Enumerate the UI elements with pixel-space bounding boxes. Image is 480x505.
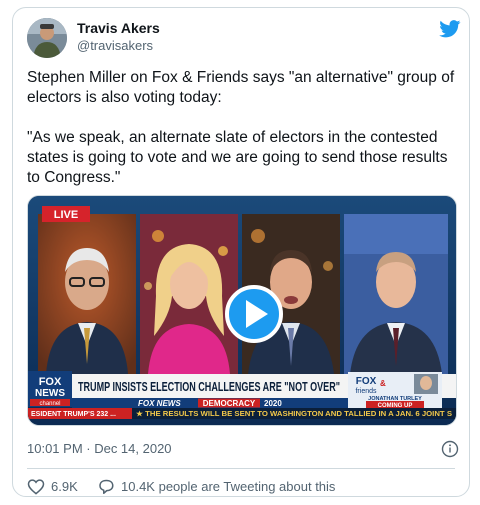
network-logo-channel: channel: [39, 401, 60, 407]
tweet-paragraph-1: Stephen Miller on Fox & Friends says "an…: [27, 69, 455, 106]
ticker-left: ESIDENT TRUMP'S 232 ...: [31, 411, 116, 418]
speech-bubble-icon: [99, 479, 114, 494]
lower-third: FOX NEWS channel TRUMP INSISTS ELECTION …: [28, 371, 456, 419]
live-badge: LIVE: [42, 206, 90, 222]
subbar-year: 2020: [264, 399, 282, 408]
ticker-text: ★ THE RESULTS WILL BE SENT TO WASHINGTON…: [136, 410, 452, 418]
network-logo-top: FOX: [39, 376, 62, 388]
video-panel-4: [344, 214, 448, 374]
divider: [27, 468, 455, 469]
conversation-link[interactable]: 10.4K people are Tweeting about this: [97, 478, 335, 495]
twitter-bird-icon[interactable]: [439, 20, 461, 38]
author-avatar[interactable]: [27, 18, 67, 58]
show-logo-top: FOX: [356, 376, 377, 387]
tweet-card[interactable]: Travis Akers @travisakers Stephen Miller…: [12, 7, 470, 497]
tweet-paragraph-2: "As we speak, an alternate slate of elec…: [27, 129, 448, 186]
show-logo-amp: &: [380, 379, 386, 388]
tweeting-text: 10.4K people are Tweeting about this: [121, 479, 336, 494]
video-panel-2: [140, 214, 238, 374]
live-label: LIVE: [54, 209, 78, 221]
video-panel-1: [38, 214, 136, 374]
play-icon[interactable]: [225, 285, 283, 343]
like-count: 6.9K: [51, 479, 78, 494]
like-button[interactable]: 6.9K: [27, 478, 78, 495]
headline: TRUMP INSISTS ELECTION CHALLENGES ARE "N…: [78, 380, 340, 394]
tweet-text: Stephen Miller on Fox & Friends says "an…: [27, 68, 457, 188]
subbar-tag: DEMOCRACY: [203, 399, 256, 408]
video-frame: LIVE FOX NEWS channel TRUMP INSISTS ELEC…: [28, 196, 456, 425]
heart-icon: [27, 479, 45, 495]
tweet-timestamp[interactable]: 10:01 PM · Dec 14, 2020: [27, 441, 172, 456]
author-display-name[interactable]: Travis Akers: [77, 20, 160, 36]
video-player[interactable]: LIVE FOX NEWS channel TRUMP INSISTS ELEC…: [27, 195, 457, 426]
show-logo-bottom: friends: [355, 388, 377, 395]
subbar-network: FOX NEWS: [138, 399, 181, 408]
network-logo-bottom: NEWS: [35, 388, 65, 399]
author-handle[interactable]: @travisakers: [77, 38, 153, 53]
info-icon[interactable]: [441, 440, 459, 458]
